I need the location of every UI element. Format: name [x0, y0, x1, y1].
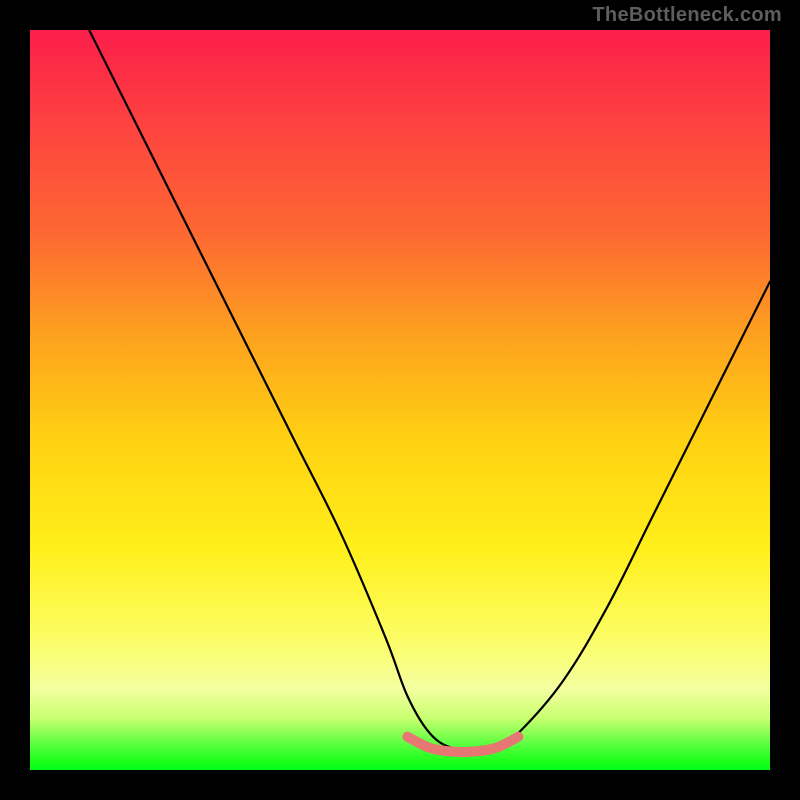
chart-svg — [30, 30, 770, 770]
watermark-text: TheBottleneck.com — [592, 4, 782, 27]
series-pink-floor — [407, 737, 518, 752]
chart-frame: TheBottleneck.com — [0, 0, 800, 800]
plot-area — [30, 30, 770, 770]
series-black-curve — [89, 30, 770, 749]
